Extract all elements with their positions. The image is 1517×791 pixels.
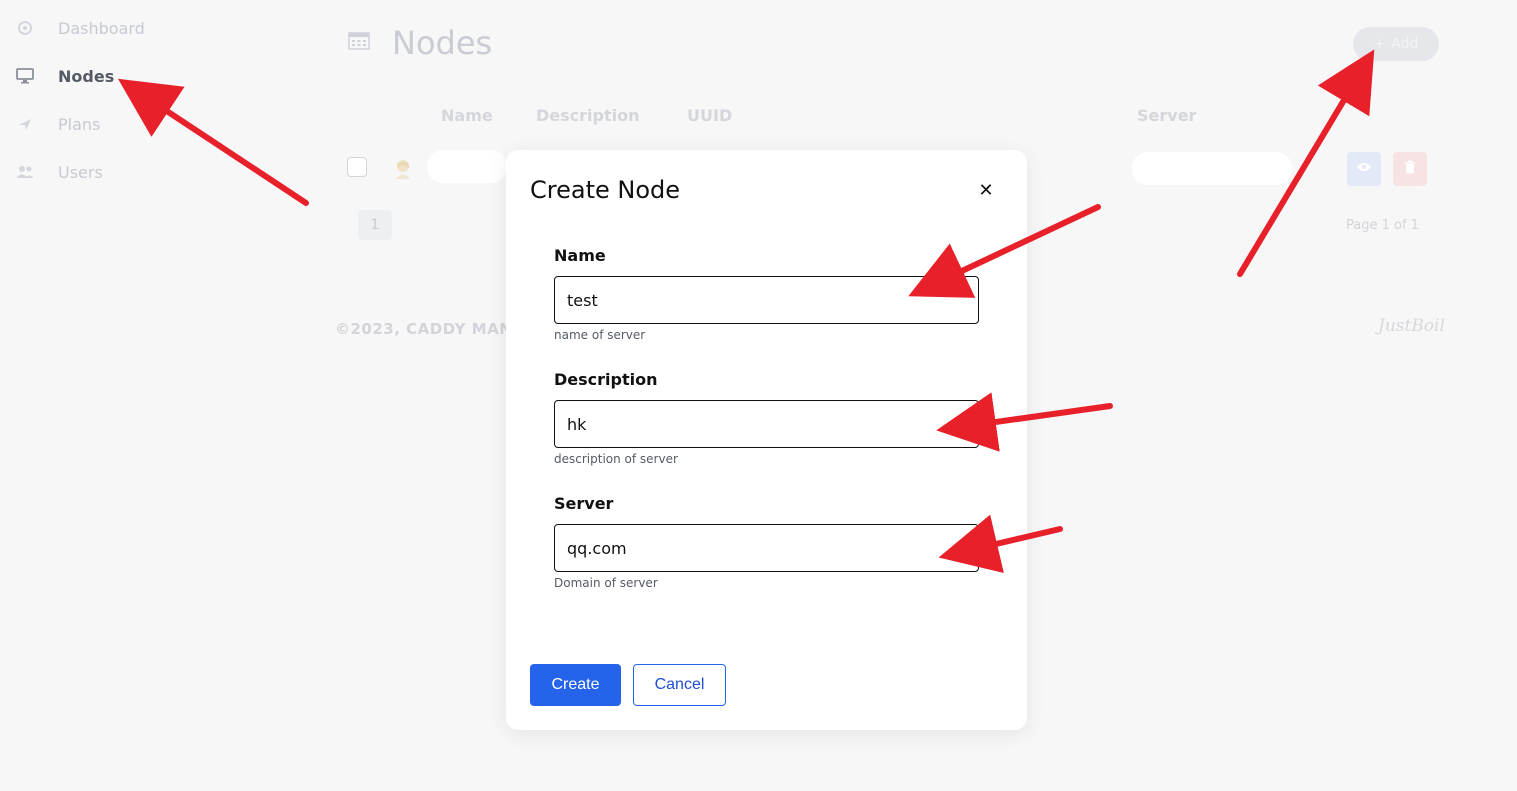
description-help-text: description of server bbox=[554, 452, 678, 466]
view-button[interactable] bbox=[1347, 152, 1381, 186]
server-help-text: Domain of server bbox=[554, 576, 658, 590]
description-input[interactable] bbox=[554, 400, 979, 448]
add-button-label: Add bbox=[1391, 36, 1419, 52]
name-cell-redacted bbox=[427, 150, 507, 183]
add-button[interactable]: + Add bbox=[1353, 27, 1439, 61]
cancel-button[interactable]: Cancel bbox=[633, 664, 726, 706]
footer-copyright: ©2023, CADDY MAN bbox=[335, 320, 513, 338]
create-node-dialog: Create Node ✕ Name name of server Descri… bbox=[506, 150, 1027, 730]
sidebar-item-users[interactable]: Users bbox=[16, 158, 103, 186]
column-header-name[interactable]: Name bbox=[441, 106, 493, 125]
dashboard-icon bbox=[16, 19, 34, 37]
column-header-description[interactable]: Description bbox=[536, 106, 639, 125]
name-label: Name bbox=[554, 246, 606, 265]
plane-icon bbox=[16, 115, 34, 133]
column-header-uuid[interactable]: UUID bbox=[687, 106, 732, 125]
page-title: Nodes bbox=[392, 24, 493, 62]
trash-icon bbox=[1404, 160, 1416, 178]
description-label: Description bbox=[554, 370, 658, 389]
sidebar-item-nodes[interactable]: Nodes bbox=[16, 62, 114, 90]
sidebar-item-label: Plans bbox=[58, 114, 101, 134]
sidebar-item-label: Dashboard bbox=[58, 18, 145, 38]
monitor-icon bbox=[16, 67, 34, 85]
sidebar-item-label: Users bbox=[58, 162, 103, 182]
table-icon bbox=[348, 32, 370, 54]
create-button[interactable]: Create bbox=[530, 664, 621, 706]
server-label: Server bbox=[554, 494, 614, 513]
eye-icon bbox=[1356, 161, 1372, 177]
sidebar-item-dashboard[interactable]: Dashboard bbox=[16, 14, 145, 42]
server-input[interactable] bbox=[554, 524, 979, 572]
plus-icon: + bbox=[1373, 36, 1386, 52]
users-icon bbox=[16, 163, 34, 181]
delete-button[interactable] bbox=[1393, 152, 1427, 186]
column-header-server[interactable]: Server bbox=[1137, 106, 1196, 125]
pagination-info: Page 1 of 1 bbox=[1346, 218, 1419, 233]
row-checkbox[interactable] bbox=[347, 157, 367, 177]
name-help-text: name of server bbox=[554, 328, 646, 342]
server-cell-redacted bbox=[1132, 152, 1292, 185]
sidebar-item-label: Nodes bbox=[58, 66, 115, 86]
name-input[interactable] bbox=[554, 276, 979, 324]
pagination-page-1[interactable]: 1 bbox=[358, 210, 392, 240]
close-icon[interactable]: ✕ bbox=[974, 178, 998, 202]
sidebar-item-plans[interactable]: Plans bbox=[16, 110, 100, 138]
page-header: Nodes bbox=[348, 24, 492, 62]
sidebar: Dashboard Nodes Plans Users bbox=[0, 0, 300, 791]
footer-brand-logo[interactable]: JustBoil bbox=[1378, 316, 1445, 336]
avatar bbox=[393, 158, 413, 180]
dialog-title: Create Node bbox=[530, 176, 681, 204]
